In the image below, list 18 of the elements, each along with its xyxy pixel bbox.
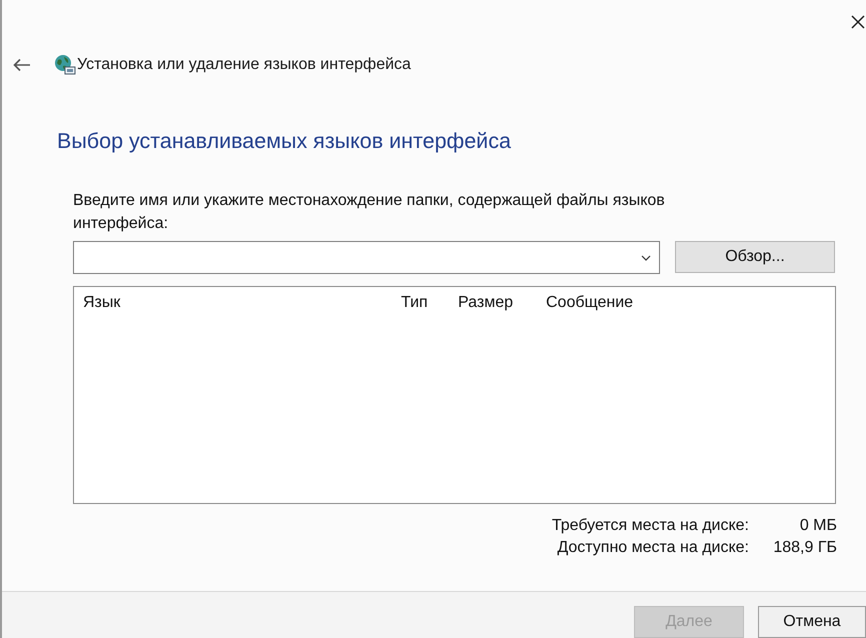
folder-path-combobox[interactable] [73, 241, 660, 274]
back-arrow-icon[interactable] [13, 58, 31, 72]
column-header[interactable]: Язык [74, 294, 401, 312]
column-header[interactable]: Сообщение [546, 294, 634, 312]
disk-space-value: 188,9 ГБ [772, 539, 837, 557]
column-header[interactable]: Тип [401, 294, 458, 312]
disk-space-label: Требуется места на диске: [552, 517, 749, 535]
close-icon[interactable] [851, 15, 865, 29]
disk-space-value: 0 МБ [798, 517, 837, 535]
cancel-button[interactable]: Отмена [758, 606, 866, 638]
column-header[interactable]: Размер [458, 294, 546, 312]
window-title: Установка или удаление языков интерфейса [77, 56, 411, 74]
disk-space-label: Доступно места на диске: [556, 539, 749, 557]
chevron-down-icon[interactable] [641, 254, 651, 260]
browse-button[interactable]: Обзор... [675, 241, 835, 273]
main-heading: Выбор устанавливаемых языков интерфейса [57, 128, 512, 155]
globe-monitor-icon [54, 54, 76, 76]
instruction-text: Введите имя или укажите местонахождение папки, содержащей файлы языков интерфейса: [73, 191, 666, 234]
